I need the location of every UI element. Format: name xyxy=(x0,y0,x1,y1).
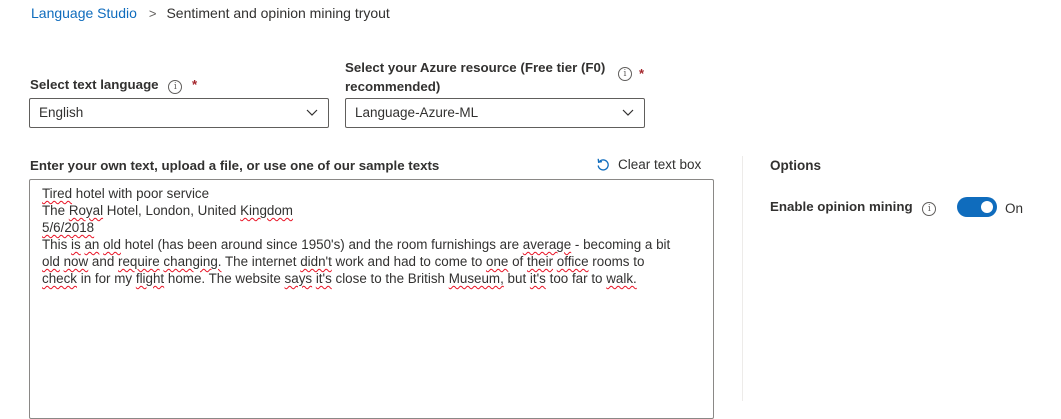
text-line: The Royal Hotel, London, United Kingdom xyxy=(42,203,293,218)
resource-dropdown-value: Language-Azure-ML xyxy=(355,105,479,120)
breadcrumb-language-studio-link[interactable]: Language Studio xyxy=(31,5,137,21)
options-title: Options xyxy=(770,158,821,173)
info-icon[interactable]: i xyxy=(922,202,937,216)
chevron-down-icon xyxy=(622,109,634,116)
required-marker: * xyxy=(639,66,645,81)
resource-label-block: Select your Azure resource (Free tier (F… xyxy=(345,58,605,96)
breadcrumb-current-page: Sentiment and opinion mining tryout xyxy=(166,5,390,21)
chevron-down-icon xyxy=(306,109,318,116)
opinion-mining-toggle[interactable] xyxy=(957,197,997,217)
resource-dropdown[interactable]: Language-Azure-ML xyxy=(345,98,645,128)
toggle-knob xyxy=(981,201,993,213)
text-line: Tired hotel with poor service xyxy=(42,186,210,201)
required-marker: * xyxy=(192,77,198,92)
text-input-area[interactable]: Tired hotel with poor service The Royal … xyxy=(29,179,714,419)
resource-label-line2: recommended) xyxy=(345,79,441,94)
text-line: old now and require changing. The intern… xyxy=(42,254,645,269)
text-line: This is an old hotel (has been around si… xyxy=(42,237,671,252)
resource-label-line1: Select your Azure resource (Free tier (F… xyxy=(345,60,606,75)
opinion-mining-label-row: Enable opinion mining i xyxy=(770,199,937,216)
language-label-row: Select text language i * xyxy=(30,77,197,94)
language-dropdown[interactable]: English xyxy=(29,98,329,128)
info-icon[interactable]: i xyxy=(168,80,183,94)
toggle-state-label: On xyxy=(1005,201,1024,216)
language-label: Select text language xyxy=(30,77,159,92)
text-input-label: Enter your own text, upload a file, or u… xyxy=(30,158,440,173)
clear-text-box-button[interactable]: Clear text box xyxy=(595,156,701,172)
clear-text-box-label: Clear text box xyxy=(618,156,702,172)
opinion-mining-label: Enable opinion mining xyxy=(770,199,913,214)
text-line: check in for my flight home. The website… xyxy=(42,271,637,286)
breadcrumb: Language Studio > Sentiment and opinion … xyxy=(31,5,390,21)
language-dropdown-value: English xyxy=(39,105,84,120)
section-divider xyxy=(742,156,743,401)
text-line: 5/6/2018 xyxy=(42,220,95,235)
info-icon[interactable]: i xyxy=(618,67,632,81)
undo-icon xyxy=(597,158,609,171)
breadcrumb-separator: > xyxy=(148,5,157,21)
